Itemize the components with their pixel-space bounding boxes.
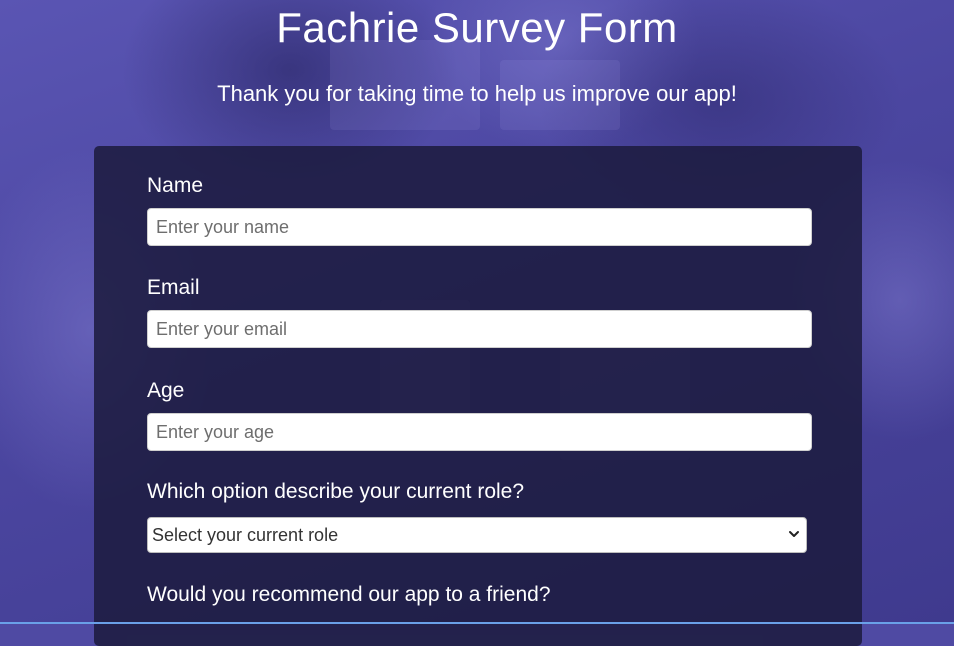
- email-input[interactable]: [147, 310, 812, 348]
- chevron-down-icon: [789, 531, 799, 537]
- role-select[interactable]: Select your current role: [147, 517, 807, 553]
- age-input[interactable]: [147, 413, 812, 451]
- role-select-value: Select your current role: [152, 524, 339, 545]
- recommend-label: Would you recommend our app to a friend?: [147, 583, 551, 606]
- page-subtitle: Thank you for taking time to help us imp…: [217, 81, 737, 106]
- name-label: Name: [147, 174, 204, 197]
- email-label: Email: [147, 276, 200, 299]
- name-input[interactable]: [147, 208, 812, 246]
- page-title: Fachrie Survey Form: [276, 4, 678, 51]
- survey-form: Name Email Age Which option describe you…: [94, 146, 862, 646]
- age-label: Age: [147, 379, 185, 402]
- role-label: Which option describe your current role?: [147, 480, 525, 503]
